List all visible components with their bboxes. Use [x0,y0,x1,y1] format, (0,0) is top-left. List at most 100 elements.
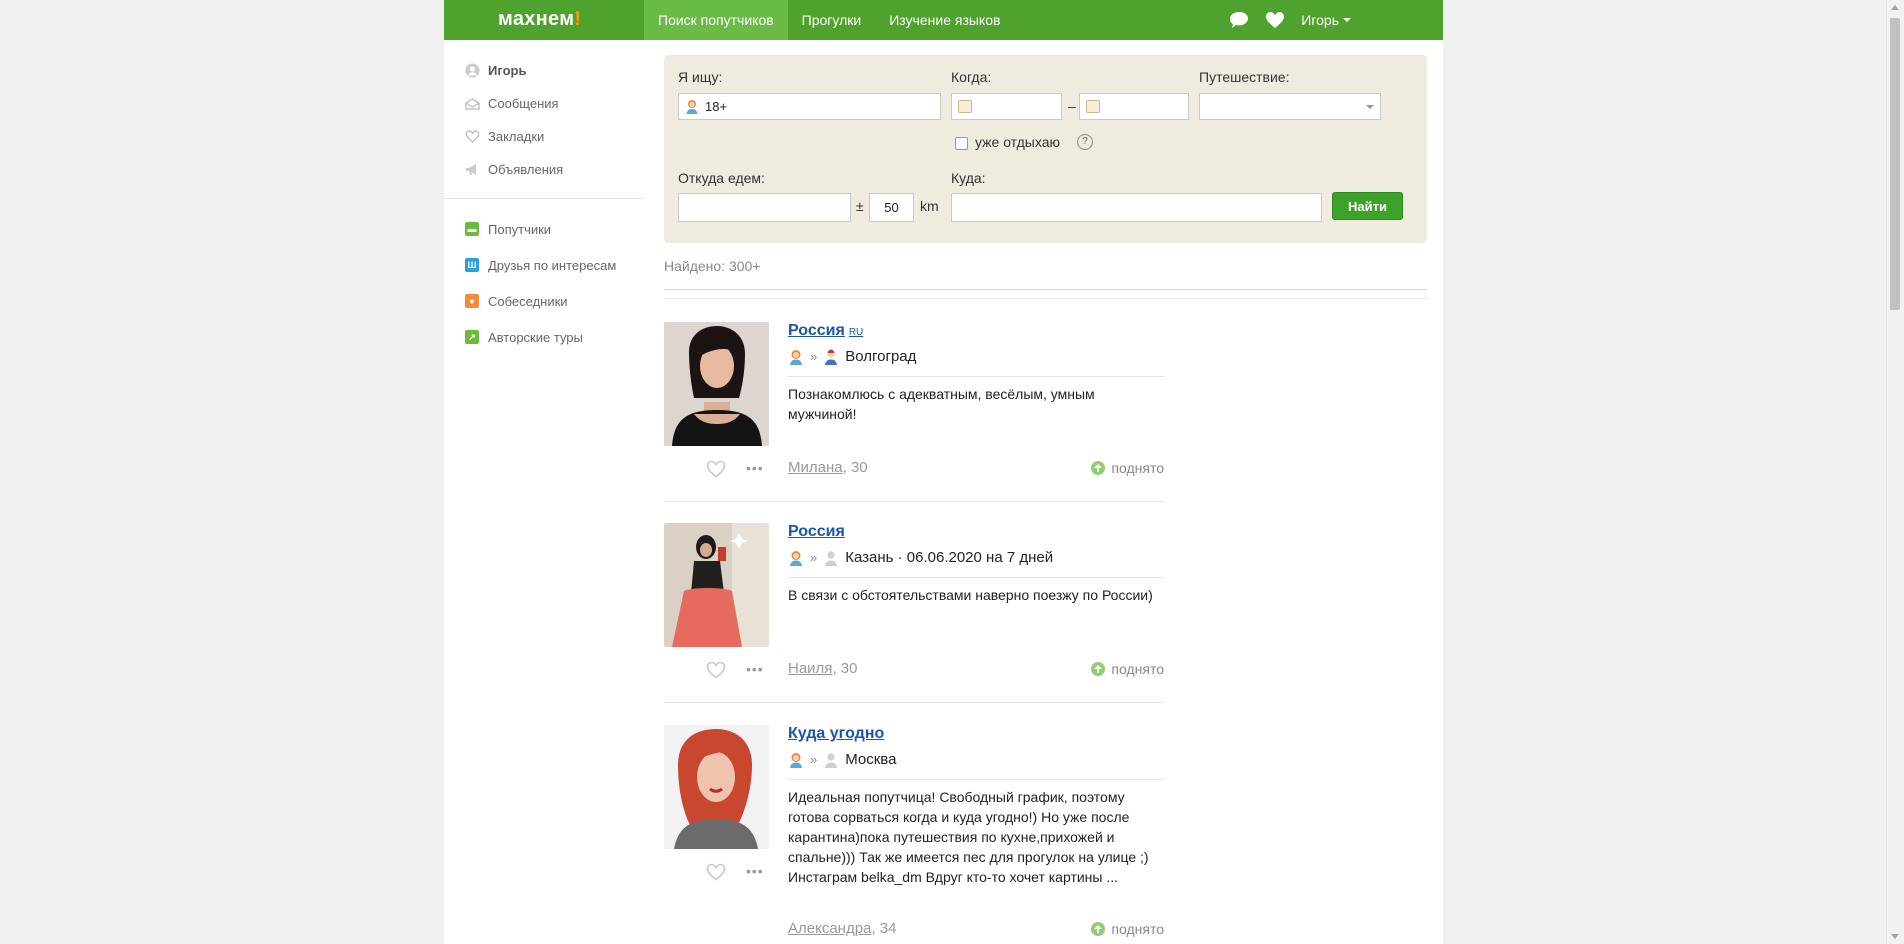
arrow-up-icon [1091,922,1106,936]
sidebar-item-companions[interactable]: ▬ Попутчики [444,211,644,247]
raised-status[interactable]: поднято [1091,661,1164,677]
result-description: Идеальная попутчица! Свободный график, п… [788,789,1149,885]
divider [664,501,1164,502]
sidebar-item-author-tours[interactable]: ↗ Авторские туры [444,319,644,355]
megaphone-icon [464,162,480,178]
heart-icon [464,129,480,145]
from-label: Откуда едем: [678,170,765,186]
author-name-link[interactable]: Милана [788,459,843,476]
nav-search-companions[interactable]: Поиск попутчиков [644,0,788,40]
author-name-link[interactable]: Александра [788,920,871,937]
divider [788,376,1164,377]
date-from-input[interactable] [951,93,1062,120]
route-destination: Казань · 06.06.2020 на 7 дней [845,549,1054,566]
male-avatar-icon [825,349,838,365]
user-menu[interactable]: Игорь [1301,12,1351,28]
result-card: Россия RU » Волгоград Познакомлюсь с адек… [664,322,1164,502]
leaf-icon: ↗ [465,330,479,344]
date-to-input[interactable] [1079,93,1189,120]
looking-label: Я ищу: [678,69,723,85]
radius-input[interactable]: 50 [869,193,914,222]
user-icon [464,63,480,79]
suitcase-icon: ▬ [465,222,479,236]
top-bar: махнем! Поиск попутчиков Прогулки Изучен… [444,0,1443,40]
result-description: В связи с обстоятельствами наверно поезж… [788,587,1153,603]
trip-label: Путешествие: [1199,69,1290,85]
route: » Казань · 06.06.2020 на 7 дней [788,549,1053,566]
calendar-icon [1086,100,1100,113]
chat-icon: ● [465,294,479,308]
profile-photo[interactable] [664,523,769,647]
nav-languages[interactable]: Изучение языков [875,0,1014,40]
sidebar-item-messages[interactable]: Сообщения [444,87,644,120]
more-icon[interactable]: ••• [746,661,764,677]
divider [788,577,1164,578]
more-icon[interactable]: ••• [746,460,764,476]
sidebar-item-interlocutors[interactable]: ● Собеседники [444,283,644,319]
radius-unit: km [920,198,939,214]
bookmark-heart-icon[interactable] [706,863,726,881]
to-input[interactable] [951,193,1322,222]
logo[interactable]: махнем! [498,8,581,31]
raised-status[interactable]: поднято [1091,921,1164,937]
author-name-link[interactable]: Наиля [788,660,832,677]
trip-type-select[interactable] [1199,93,1381,120]
scroll-thumb[interactable] [1890,18,1900,310]
chevron-down-icon [1343,18,1351,22]
already-resting-label: уже отдыхаю [975,134,1060,150]
route-destination: Волгоград [845,348,917,365]
female-avatar-icon [790,550,802,566]
bookmark-heart-icon[interactable] [706,661,726,679]
anyone-avatar-icon [825,550,838,566]
author: Александра, 34 [788,920,897,937]
sidebar-divider [444,198,644,199]
result-card: Россия » Казань · 06.06.2020 на 7 дней В… [664,523,1164,703]
messages-icon[interactable] [1229,11,1249,29]
result-description: Познакомлюсь с адекватным, весёлым, умны… [788,386,1095,422]
author: Милана, 30 [788,459,868,476]
divider [664,702,1164,703]
sidebar-item-friends-by-interests[interactable]: Ш Друзья по интересам [444,247,644,283]
to-label: Куда: [951,170,986,186]
result-title[interactable]: Россия [788,523,845,541]
profile-photo[interactable] [664,725,769,849]
anyone-avatar-icon [825,752,838,768]
female-avatar-icon [790,752,802,768]
page-scrollbar[interactable] [1886,0,1904,944]
profile-photo[interactable] [664,322,769,446]
result-card: Куда угодно » Москва Идеальная попутчица… [664,725,1164,944]
page: махнем! Поиск попутчиков Прогулки Изучен… [444,0,1443,944]
more-icon[interactable]: ••• [746,863,764,879]
sidebar-item-bookmarks[interactable]: Закладки [444,120,644,153]
raised-status[interactable]: поднято [1091,460,1164,476]
sidebar-item-ads[interactable]: Объявления [444,153,644,186]
sidebar-item-profile[interactable]: Игорь [444,54,644,87]
chevron-down-icon [1366,105,1374,109]
author: Наиля, 30 [788,660,858,677]
calendar-icon [958,100,972,113]
from-input[interactable] [678,193,851,222]
sidebar: Игорь Сообщения Закладки Объявления ▬ По… [444,40,644,355]
date-dash: – [1068,98,1076,114]
route-destination: Москва [845,751,897,768]
already-resting-checkbox[interactable] [955,137,968,150]
divider [664,298,1427,299]
search-panel: Я ищу: 18+ Когда: – Путешествие: уже отд… [664,55,1427,243]
nav-walks[interactable]: Прогулки [788,0,876,40]
looking-for-select[interactable]: 18+ [678,93,941,120]
divider [788,779,1164,780]
favorites-heart-icon[interactable] [1265,11,1285,29]
bookmark-heart-icon[interactable] [706,460,726,478]
scroll-down-icon[interactable] [1891,934,1899,939]
main-nav: Поиск попутчиков Прогулки Изучение языко… [644,0,1014,40]
arrow-up-icon [1091,662,1106,676]
route: » Москва [788,751,896,768]
envelope-icon [464,96,480,112]
route: » Волгоград [788,348,916,365]
result-title[interactable]: Россия RU [788,322,863,340]
result-title[interactable]: Куда угодно [788,725,884,743]
bank-icon: Ш [465,258,479,272]
help-icon[interactable]: ? [1077,134,1093,150]
scroll-up-icon[interactable] [1891,5,1899,10]
find-button[interactable]: Найти [1332,192,1403,220]
